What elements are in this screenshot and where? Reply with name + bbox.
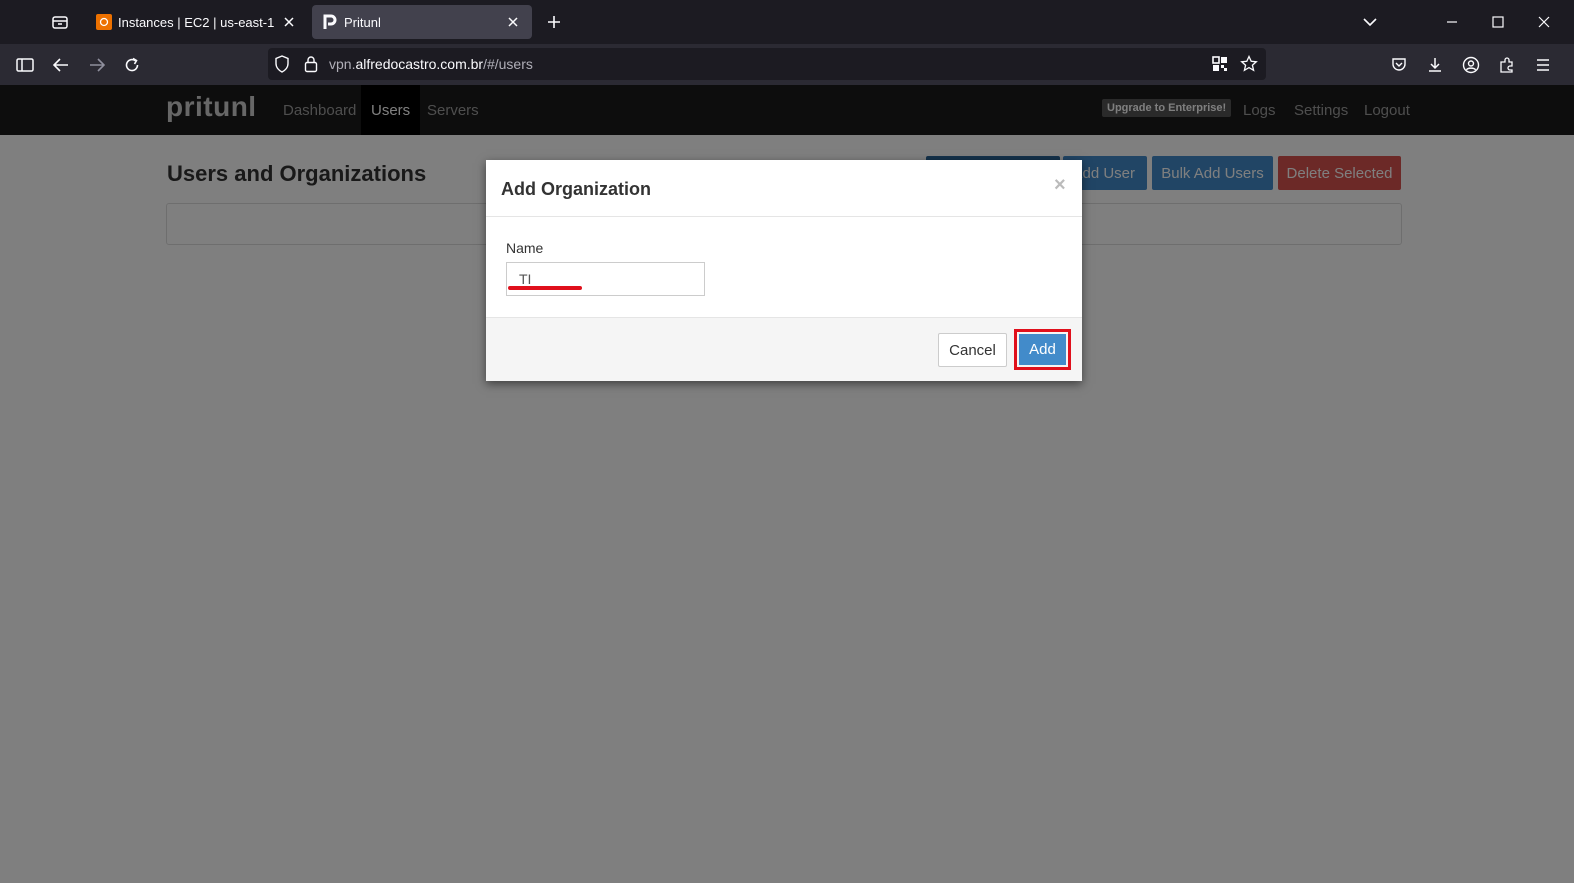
extensions-puzzle-icon[interactable] — [1492, 50, 1522, 80]
url-prefix: vpn. — [329, 56, 356, 72]
tab-title: Pritunl — [344, 14, 381, 30]
close-window-icon[interactable] — [1530, 8, 1558, 36]
menu-hamburger-icon[interactable] — [1528, 50, 1558, 80]
new-tab-icon[interactable] — [540, 8, 568, 36]
bookmark-star-icon[interactable] — [1240, 54, 1258, 78]
pritunl-favicon-icon — [322, 14, 338, 30]
page-content: pritunl Dashboard Users Servers Upgrade … — [0, 85, 1574, 883]
red-underline-annotation — [508, 286, 582, 290]
qr-code-icon[interactable] — [1212, 56, 1228, 77]
aws-favicon-icon — [96, 14, 112, 30]
tab-pritunl[interactable]: Pritunl — [312, 5, 532, 39]
forward-arrow-icon[interactable] — [82, 50, 112, 80]
browser-tab-bar: Instances | EC2 | us-east-1 Pritunl — [0, 0, 1574, 44]
list-all-tabs-icon[interactable] — [1356, 8, 1384, 36]
url-host: alfredocastro.com.br — [355, 56, 484, 72]
lock-icon[interactable] — [304, 55, 318, 78]
tab-title: Instances | EC2 | us-east-1 — [118, 14, 275, 30]
reload-icon[interactable] — [117, 50, 147, 80]
tab-manager-icon[interactable] — [44, 8, 76, 36]
sidebar-icon[interactable] — [10, 50, 40, 80]
maximize-icon[interactable] — [1484, 8, 1512, 36]
browser-toolbar: vpn.alfredocastro.com.br/#/users — [0, 44, 1574, 85]
organization-name-input[interactable] — [506, 262, 705, 296]
address-bar[interactable]: vpn.alfredocastro.com.br/#/users — [268, 48, 1266, 80]
close-tab-icon[interactable] — [280, 13, 298, 31]
name-label: Name — [506, 240, 544, 256]
account-icon[interactable] — [1456, 50, 1486, 80]
modal-header: Add Organization × — [486, 160, 1082, 217]
modal-footer: Cancel Add — [486, 317, 1082, 381]
close-icon[interactable]: × — [1054, 174, 1066, 197]
close-tab-icon[interactable] — [504, 13, 522, 31]
tab-ec2-instances[interactable]: Instances | EC2 | us-east-1 — [86, 5, 308, 39]
tracking-protection-shield-icon[interactable] — [274, 55, 290, 78]
pocket-icon[interactable] — [1384, 50, 1414, 80]
downloads-icon[interactable] — [1420, 50, 1450, 80]
back-arrow-icon[interactable] — [46, 50, 76, 80]
cancel-button[interactable]: Cancel — [938, 333, 1007, 367]
url-path: /#/users — [483, 56, 533, 72]
url-text[interactable]: vpn.alfredocastro.com.br/#/users — [329, 56, 533, 72]
modal-title: Add Organization — [501, 179, 651, 199]
add-button[interactable]: Add — [1019, 334, 1066, 365]
minimize-icon[interactable] — [1438, 8, 1466, 36]
add-organization-modal: Add Organization × Name Cancel Add — [486, 160, 1082, 381]
